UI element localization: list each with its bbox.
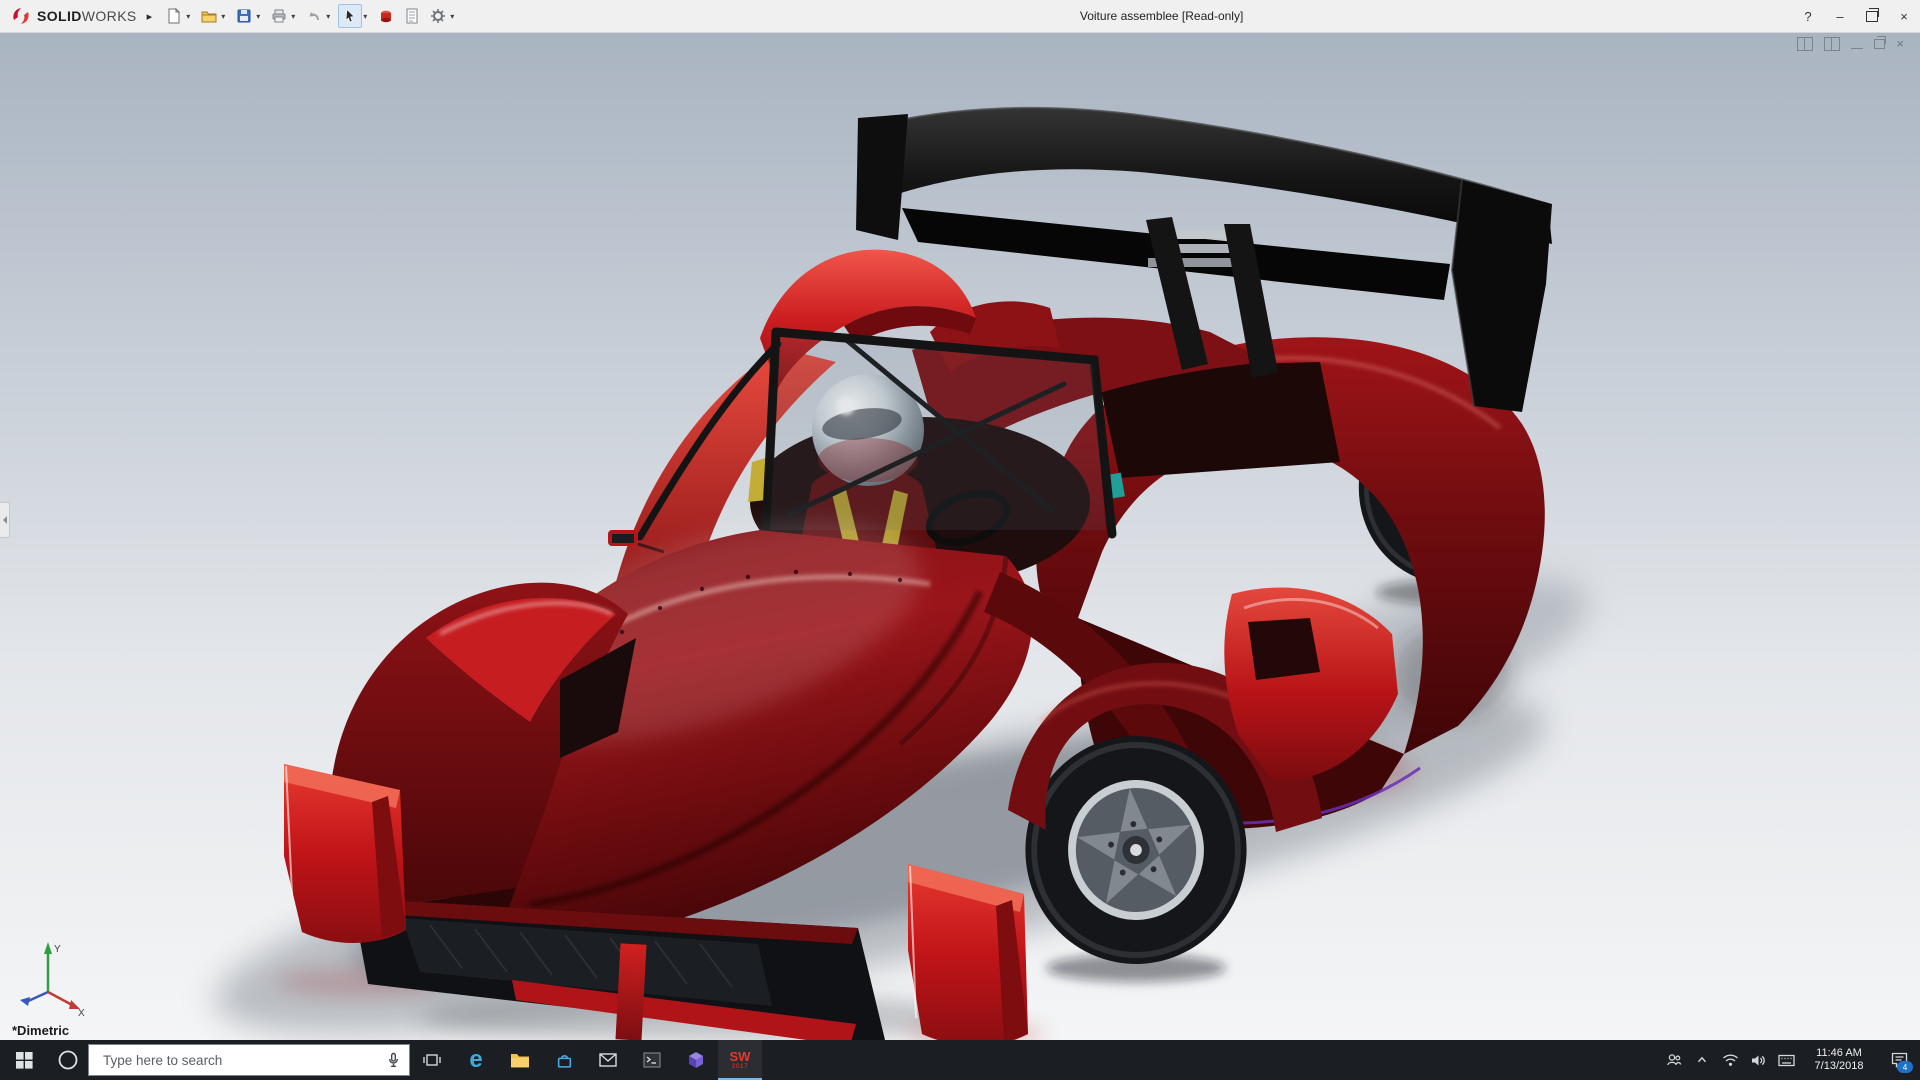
- network-button[interactable]: [1716, 1040, 1744, 1080]
- solidworks-icon: SW: [730, 1051, 751, 1063]
- solidworks-brand: SOLIDWORKS: [0, 5, 145, 27]
- maximize-button[interactable]: [1856, 0, 1888, 32]
- file-properties-icon[interactable]: [401, 5, 423, 27]
- solidworks-app-button[interactable]: SW 2017: [718, 1040, 762, 1080]
- people-button[interactable]: [1660, 1040, 1688, 1080]
- action-center-button[interactable]: 4: [1878, 1040, 1920, 1080]
- edge-icon: e: [469, 1048, 482, 1072]
- dropdown-icon[interactable]: ▾: [291, 12, 295, 21]
- orientation-triad: Y X: [14, 936, 88, 1018]
- chevron-up-icon: [1695, 1053, 1709, 1067]
- minimize-button[interactable]: –: [1824, 0, 1856, 32]
- edge-button[interactable]: e: [454, 1040, 498, 1080]
- network-icon: [1722, 1053, 1739, 1067]
- volume-button[interactable]: [1744, 1040, 1772, 1080]
- task-view-icon: [423, 1052, 441, 1068]
- tray-overflow-button[interactable]: [1688, 1040, 1716, 1080]
- doc-close-icon[interactable]: ×: [1896, 38, 1904, 50]
- touch-keyboard-button[interactable]: [1772, 1040, 1800, 1080]
- feature-panel-collapse-tab[interactable]: [0, 502, 10, 538]
- open-document-icon[interactable]: [198, 5, 220, 27]
- undo-icon[interactable]: [303, 5, 325, 27]
- options-gear-icon[interactable]: [427, 5, 449, 27]
- doc-minimize-icon[interactable]: [1851, 48, 1863, 49]
- keyboard-icon: [1778, 1054, 1795, 1067]
- axis-x-label: X: [78, 1008, 85, 1018]
- people-icon: [1666, 1052, 1682, 1068]
- microphone-icon[interactable]: [386, 1052, 401, 1068]
- notification-badge: 4: [1897, 1061, 1913, 1073]
- nose-block-left[interactable]: [284, 764, 406, 943]
- dropdown-icon[interactable]: ▾: [221, 12, 225, 21]
- start-button[interactable]: [0, 1040, 48, 1080]
- windshield: [770, 337, 1106, 530]
- file-explorer-button[interactable]: [498, 1040, 542, 1080]
- windows-logo-icon: [16, 1052, 33, 1069]
- mail-button[interactable]: [586, 1040, 630, 1080]
- viewport-split-left-icon[interactable]: [1797, 37, 1813, 51]
- task-view-button[interactable]: [410, 1040, 454, 1080]
- select-tool-icon[interactable]: [338, 4, 362, 28]
- help-button[interactable]: ?: [1792, 0, 1824, 32]
- nose-post: [616, 943, 647, 1040]
- standard-toolbar: ▾ ▾ ▾ ▾ ▾ ▾: [162, 2, 459, 30]
- taskbar-clock[interactable]: 11:46 AM 7/13/2018: [1800, 1047, 1878, 1073]
- dropdown-icon[interactable]: ▾: [256, 12, 260, 21]
- document-window-controls: ×: [1797, 37, 1904, 51]
- search-input[interactable]: [101, 1052, 386, 1069]
- terminal-button[interactable]: [630, 1040, 674, 1080]
- brand-wordmark: SOLIDWORKS: [37, 8, 137, 24]
- file-explorer-icon: [510, 1052, 530, 1069]
- view-orientation-label: *Dimetric: [12, 1023, 69, 1038]
- cube-app-icon: [687, 1051, 705, 1069]
- dassault-systemes-logo-icon: [10, 5, 32, 27]
- store-bag-icon: [556, 1052, 573, 1069]
- 3d-viewer-button[interactable]: [674, 1040, 718, 1080]
- volume-icon: [1750, 1053, 1766, 1068]
- save-icon[interactable]: [233, 5, 255, 27]
- terminal-icon: [643, 1052, 661, 1068]
- cortana-button[interactable]: [48, 1040, 88, 1080]
- doc-restore-icon[interactable]: [1874, 39, 1885, 49]
- axis-y-label: Y: [54, 944, 61, 955]
- print-icon[interactable]: [268, 5, 290, 27]
- title-bar[interactable]: SOLIDWORKS ▸ ▾ ▾ ▾ ▾ ▾: [0, 0, 1920, 33]
- solidworks-icon-year: 2017: [732, 1063, 748, 1070]
- nose-block-right[interactable]: [908, 864, 1028, 1040]
- clock-date: 7/13/2018: [1800, 1060, 1878, 1073]
- dropdown-icon[interactable]: ▾: [450, 12, 454, 21]
- clock-time: 11:46 AM: [1800, 1047, 1878, 1060]
- graphics-area[interactable]: [0, 32, 1920, 1040]
- system-tray: 11:46 AM 7/13/2018 4: [1660, 1040, 1920, 1080]
- graphics-viewport[interactable]: × Y X *Dimetric: [0, 32, 1920, 1040]
- cortana-ring-icon: [57, 1049, 79, 1071]
- window-title: Voiture assemblee [Read-only]: [1080, 0, 1243, 32]
- new-document-icon[interactable]: [163, 5, 185, 27]
- taskbar-search[interactable]: [88, 1044, 410, 1076]
- viewport-split-right-icon[interactable]: [1824, 37, 1840, 51]
- dropdown-icon[interactable]: ▾: [186, 12, 190, 21]
- windows-taskbar: e SW 2017: [0, 1040, 1920, 1080]
- menu-expander-icon[interactable]: ▸: [145, 10, 163, 23]
- restore-icon: [1866, 11, 1878, 22]
- dropdown-icon[interactable]: ▾: [363, 12, 367, 21]
- mail-icon: [599, 1053, 617, 1067]
- window-controls: ? – ×: [1792, 0, 1920, 32]
- rebuild-icon[interactable]: [375, 5, 397, 27]
- close-button[interactable]: ×: [1888, 0, 1920, 32]
- dropdown-icon[interactable]: ▾: [326, 12, 330, 21]
- store-button[interactable]: [542, 1040, 586, 1080]
